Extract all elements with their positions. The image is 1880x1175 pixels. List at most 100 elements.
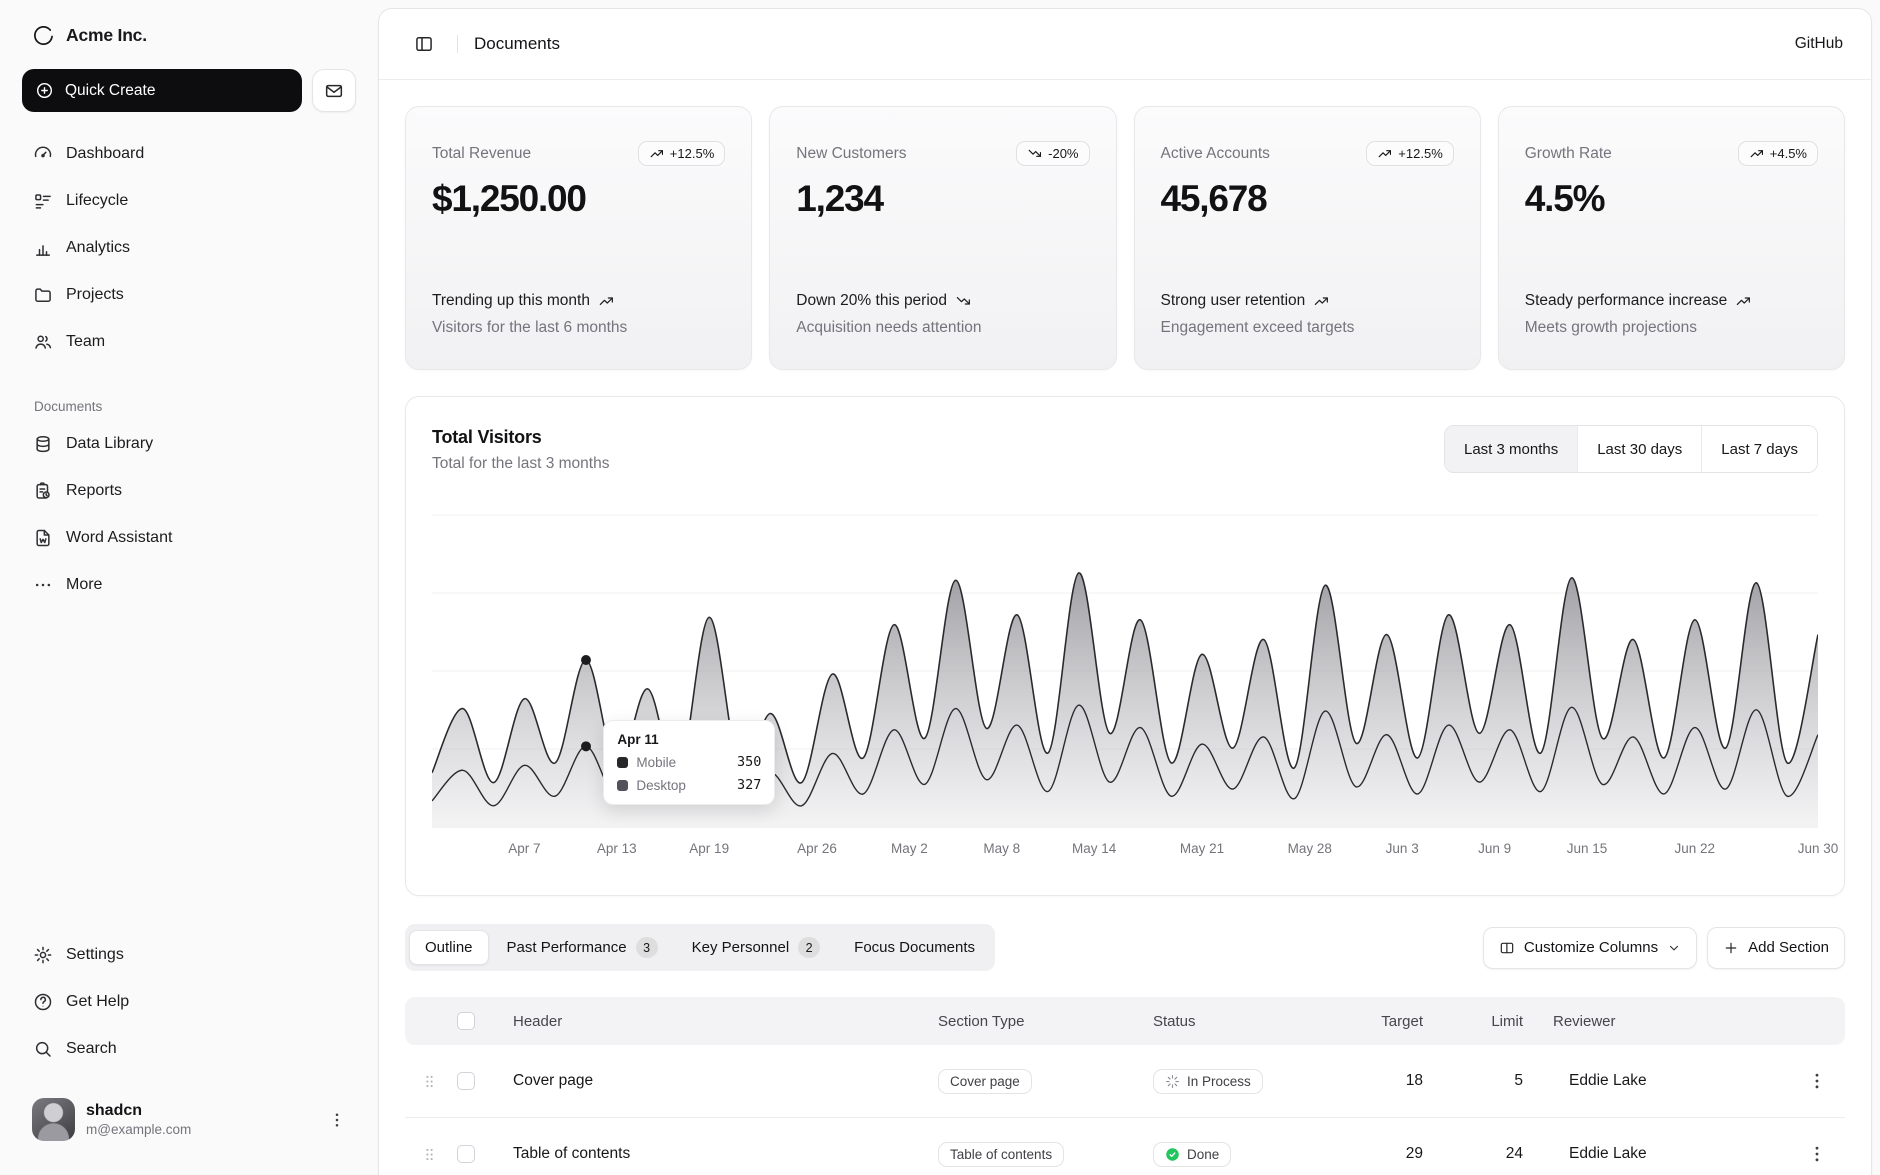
circle-plus-icon xyxy=(35,81,54,100)
select-cell xyxy=(453,1072,493,1090)
sidebar-spacer xyxy=(22,612,356,935)
tooltip-series-value: 327 xyxy=(737,777,761,793)
sidebar-item-dashboard[interactable]: Dashboard xyxy=(22,134,356,173)
stat-card-value: $1,250.00 xyxy=(432,178,725,220)
x-tick-label: May 2 xyxy=(891,841,928,856)
chart-tooltip: Apr 11Mobile350Desktop327 xyxy=(603,720,775,805)
brand-name: Acme Inc. xyxy=(66,25,147,46)
sidebar-item-search[interactable]: Search xyxy=(22,1029,356,1068)
select-all-cell xyxy=(453,1012,493,1030)
sidebar-toggle-button[interactable] xyxy=(407,27,441,61)
trend-badge: -20% xyxy=(1016,141,1089,166)
trending-up-icon xyxy=(1749,146,1764,161)
sidebar-item-settings[interactable]: Settings xyxy=(22,935,356,974)
quick-create-button[interactable]: Quick Create xyxy=(22,69,302,112)
trend-badge-value: -20% xyxy=(1048,146,1078,161)
page-title: Documents xyxy=(474,34,560,54)
column-header-reviewer: Reviewer xyxy=(1549,1013,1789,1030)
tab-key-personnel[interactable]: Key Personnel2 xyxy=(676,928,837,967)
visitors-chart[interactable]: Apr 7Apr 13Apr 19Apr 26May 2May 8May 14M… xyxy=(432,501,1818,861)
limit-cell[interactable]: 5 xyxy=(1449,1072,1549,1090)
workspace-switcher[interactable]: Acme Inc. xyxy=(22,18,356,53)
status-cell: In Process xyxy=(1149,1069,1339,1094)
section-type-label: Cover page xyxy=(950,1074,1020,1089)
stat-card-trend-text: Strong user retention xyxy=(1161,290,1306,312)
github-link[interactable]: GitHub xyxy=(1795,35,1843,53)
sidebar-item-label: Lifecycle xyxy=(66,192,128,210)
mail-button[interactable] xyxy=(312,69,356,112)
stat-card-header: Growth Rate+4.5% xyxy=(1525,141,1818,166)
row-checkbox[interactable] xyxy=(457,1072,475,1090)
sidebar-item-label: Analytics xyxy=(66,239,130,257)
sidebar-item-label: Reports xyxy=(66,482,122,500)
range-last-30-days[interactable]: Last 30 days xyxy=(1577,426,1701,472)
row-menu-button[interactable] xyxy=(1801,1138,1833,1170)
add-section-button[interactable]: Add Section xyxy=(1707,927,1845,969)
x-tick-label: May 28 xyxy=(1288,841,1332,856)
range-last-7-days[interactable]: Last 7 days xyxy=(1701,426,1817,472)
x-tick-label: Jun 22 xyxy=(1675,841,1716,856)
stat-card-header: Total Revenue+12.5% xyxy=(432,141,725,166)
customize-columns-button[interactable]: Customize Columns xyxy=(1483,927,1697,969)
sidebar-item-reports[interactable]: Reports xyxy=(22,471,356,510)
sidebar-item-projects[interactable]: Projects xyxy=(22,275,356,314)
limit-cell[interactable]: 24 xyxy=(1449,1145,1549,1163)
target-cell[interactable]: 18 xyxy=(1339,1072,1449,1090)
stat-card-value: 4.5% xyxy=(1525,178,1818,220)
reviewer-cell[interactable]: Eddie Lake xyxy=(1549,1072,1789,1090)
header-divider xyxy=(457,35,458,53)
table-row: Cover page Cover page In Process185Eddie L… xyxy=(405,1045,1845,1118)
table-body: Cover pageCover pageIn Process185Eddie L… xyxy=(405,1045,1845,1175)
nav-secondary: Settings Get Help Search xyxy=(22,935,356,1076)
mail-icon xyxy=(324,81,344,101)
sidebar-item-get-help[interactable]: Get Help xyxy=(22,982,356,1021)
ellipsis-vertical-icon xyxy=(328,1111,346,1129)
tab-label: Past Performance xyxy=(507,939,627,956)
header-cell[interactable]: Cover page xyxy=(493,1072,934,1090)
x-tick-label: May 14 xyxy=(1072,841,1116,856)
stat-card: Total Revenue+12.5%$1,250.00Trending up … xyxy=(405,106,752,370)
column-header-status: Status xyxy=(1149,1013,1339,1030)
trend-badge-value: +12.5% xyxy=(670,146,714,161)
tab-past-performance[interactable]: Past Performance3 xyxy=(491,928,674,967)
trending-down-icon xyxy=(1027,146,1042,161)
x-tick-label: Apr 19 xyxy=(689,841,729,856)
range-toggle: Last 3 monthsLast 30 daysLast 7 days xyxy=(1444,425,1818,473)
lifecycle-icon xyxy=(33,191,53,211)
sidebar-item-lifecycle[interactable]: Lifecycle xyxy=(22,181,356,220)
tooltip-series-label: Desktop xyxy=(636,778,729,793)
stat-card-trend-line: Down 20% this period xyxy=(796,290,1089,312)
range-last-3-months[interactable]: Last 3 months xyxy=(1445,426,1577,472)
stat-card-description: Acquisition needs attention xyxy=(796,319,1089,337)
sidebar-item-team[interactable]: Team xyxy=(22,322,356,361)
x-tick-label: May 8 xyxy=(983,841,1020,856)
row-menu-button[interactable] xyxy=(1801,1065,1833,1097)
sidebar-item-word-assistant[interactable]: Word Assistant xyxy=(22,518,356,557)
series-swatch xyxy=(617,757,628,768)
section-type-label: Table of contents xyxy=(950,1147,1052,1162)
select-cell xyxy=(453,1145,493,1163)
select-all-checkbox[interactable] xyxy=(457,1012,475,1030)
sidebar-item-data-library[interactable]: Data Library xyxy=(22,424,356,463)
section-type-badge: Cover page xyxy=(938,1069,1032,1094)
sidebar-item-more[interactable]: More xyxy=(22,565,356,604)
tooltip-series-label: Mobile xyxy=(636,755,729,770)
table-row: Table of contentsTable of contentsDone29… xyxy=(405,1118,1845,1175)
row-actions-cell xyxy=(1789,1065,1845,1097)
tooltip-series-value: 350 xyxy=(737,754,761,770)
tab-outline[interactable]: Outline xyxy=(409,930,489,965)
tab-focus-documents[interactable]: Focus Documents xyxy=(838,930,991,965)
quick-create-label: Quick Create xyxy=(65,82,155,100)
user-menu[interactable]: shadcn m@example.com xyxy=(22,1090,356,1149)
reviewer-cell[interactable]: Eddie Lake xyxy=(1549,1145,1789,1163)
sidebar-item-label: Dashboard xyxy=(66,145,144,163)
grip-vertical-icon[interactable] xyxy=(421,1146,438,1163)
row-checkbox[interactable] xyxy=(457,1145,475,1163)
loader-icon xyxy=(1165,1074,1180,1089)
page-content: Total Revenue+12.5%$1,250.00Trending up … xyxy=(379,80,1871,1175)
grip-vertical-icon[interactable] xyxy=(421,1073,438,1090)
target-cell[interactable]: 29 xyxy=(1339,1145,1449,1163)
header-cell[interactable]: Table of contents xyxy=(493,1145,934,1163)
avatar xyxy=(32,1098,75,1141)
sidebar-item-analytics[interactable]: Analytics xyxy=(22,228,356,267)
